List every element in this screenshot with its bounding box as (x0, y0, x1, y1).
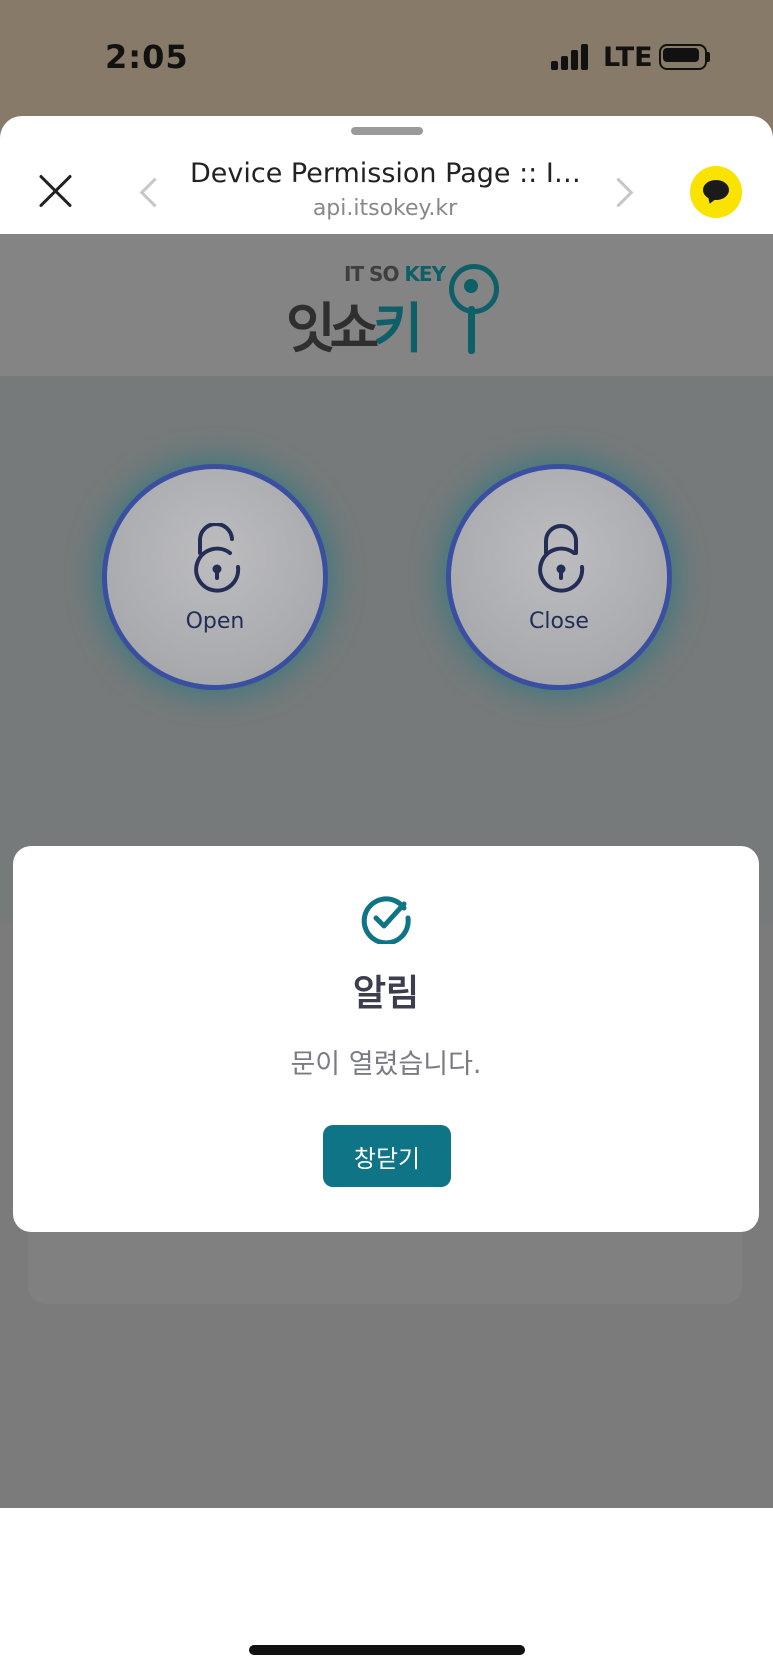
home-indicator[interactable] (249, 1645, 525, 1655)
battery-icon (659, 44, 710, 70)
forward-icon[interactable] (603, 176, 638, 208)
open-label: Open (185, 609, 245, 634)
itsokey-logo: IT SO KEY 잇쇼키 (284, 256, 504, 366)
close-window-button[interactable]: 창닫기 (323, 1125, 451, 1187)
check-circle-icon (361, 896, 411, 944)
close-label: Close (529, 609, 589, 634)
signal-icon (551, 44, 591, 70)
unlock-icon (194, 523, 241, 593)
page-url: api.itsokey.kr (312, 196, 458, 221)
control-panel: Open Close (0, 376, 773, 924)
modal-message: 문이 열렸습니다. (290, 1049, 482, 1080)
open-door-button[interactable]: Open (102, 464, 328, 690)
web-header: IT SO KEY 잇쇼키 (0, 234, 773, 376)
lock-icon (538, 524, 585, 593)
back-icon[interactable] (134, 176, 170, 208)
close-door-button[interactable]: Close (446, 464, 672, 690)
alert-modal: 알림 문이 열렸습니다. 창닫기 (13, 846, 759, 1232)
browser-sheet: Device Permission Page :: I… api.itsokey… (0, 116, 773, 1676)
browser-toolbar: Device Permission Page :: I… api.itsokey… (0, 116, 773, 234)
close-icon[interactable] (38, 174, 72, 208)
modal-title: 알림 (352, 973, 420, 1014)
kakaotalk-share-button[interactable] (690, 166, 742, 218)
status-bar: 2:05 LTE (0, 0, 773, 118)
status-time: 2:05 (105, 38, 189, 76)
sheet-grabber[interactable] (351, 127, 423, 135)
network-type: LTE (603, 42, 653, 73)
page-title: Device Permission Page :: I… (190, 158, 580, 189)
